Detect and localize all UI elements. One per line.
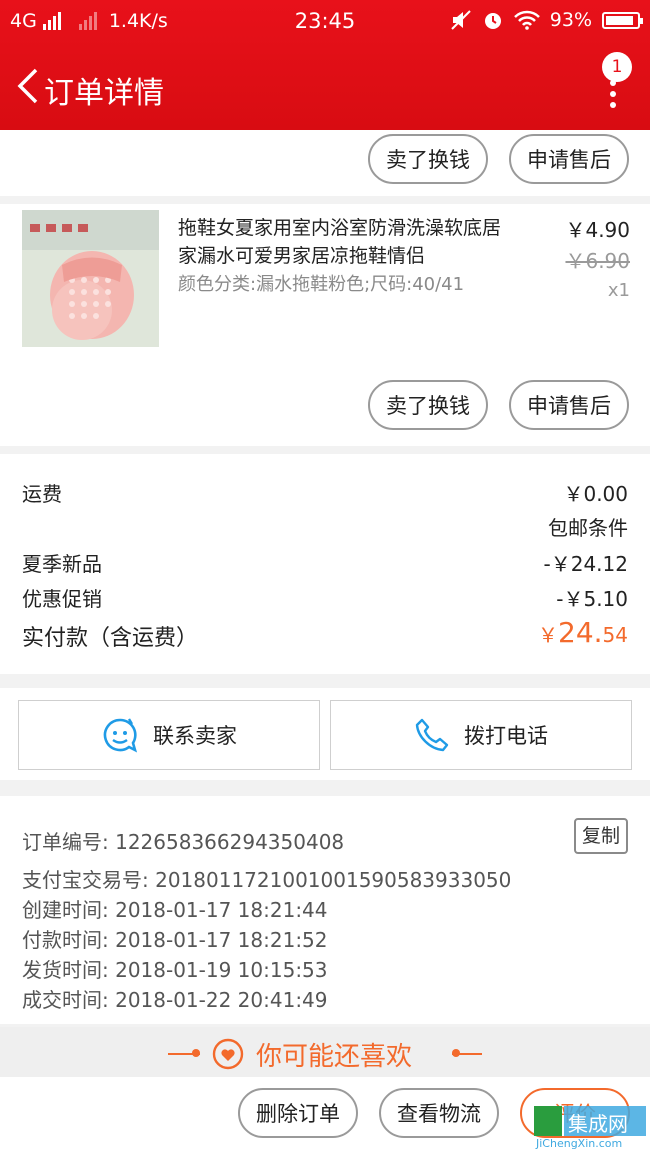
phone-icon: [415, 718, 449, 752]
notification-badge: 1: [602, 52, 632, 82]
aftersale-button[interactable]: 申请售后: [509, 134, 629, 184]
watermark-url: JiChengXin.com: [536, 1137, 623, 1150]
paid-time: 付款时间: 2018-01-17 18:21:52: [22, 928, 328, 952]
delete-order-button[interactable]: 删除订单: [238, 1088, 358, 1138]
wifi-icon: [513, 10, 540, 30]
contact-seller-label: 联系卖家: [153, 724, 237, 748]
view-logistics-button[interactable]: 查看物流: [379, 1088, 499, 1138]
product-quantity: x1: [607, 280, 630, 301]
created-time: 创建时间: 2018-01-17 18:21:44: [22, 898, 328, 922]
total-currency: ￥: [538, 623, 559, 647]
more-menu-icon[interactable]: [610, 80, 618, 113]
divider-dot-left: [192, 1049, 200, 1057]
product-sku: 颜色分类:漏水拖鞋粉色;尺码:40/41: [178, 274, 465, 295]
product-name[interactable]: 拖鞋女夏家用室内浴室防滑洗澡软底居家漏水可爱男家居凉拖鞋情侣: [178, 214, 518, 270]
sell-button[interactable]: 卖了换钱: [368, 380, 488, 430]
page-title: 订单详情: [44, 76, 164, 111]
watermark-logo: 集成网 JiChengXin.com: [534, 1104, 648, 1150]
watermark-text: 集成网: [568, 1112, 628, 1136]
product-price: ￥4.90: [565, 218, 630, 242]
shipping-label: 运费: [22, 482, 62, 506]
order-number: 订单编号: 122658366294350408: [22, 830, 345, 854]
product-image[interactable]: [22, 210, 159, 347]
heart-icon: [212, 1038, 244, 1070]
promo-label: 优惠促销: [22, 587, 102, 611]
chat-bubble-icon: [103, 718, 138, 753]
call-phone-button[interactable]: 拨打电话: [330, 700, 632, 770]
shipped-time: 发货时间: 2018-01-19 10:15:53: [22, 958, 328, 982]
recommend-title: 你可能还喜欢: [256, 1042, 413, 1072]
divider-right: [452, 1053, 482, 1055]
nav-bar: 订单详情 1: [0, 44, 650, 130]
summer-discount-label: 夏季新品: [22, 552, 102, 576]
app-header: 4G 1.4K/s 23:45 93% 订单详情 1: [0, 0, 650, 130]
previous-item-actions: 卖了换钱 申请售后: [0, 130, 650, 196]
promo-value: -￥5.10: [556, 587, 628, 611]
aftersale-button[interactable]: 申请售后: [509, 380, 629, 430]
alipay-trade-number: 支付宝交易号: 2018011721001001590583933050: [22, 868, 512, 892]
free-shipping-link[interactable]: 包邮条件: [548, 512, 628, 541]
total-value: ￥24.54: [538, 616, 628, 649]
summer-discount-value: -￥24.12: [543, 552, 628, 576]
total-integer: 24.: [558, 616, 603, 649]
completed-time: 成交时间: 2018-01-22 20:41:49: [22, 988, 328, 1012]
mute-icon: [451, 10, 471, 30]
total-label: 实付款（含运费）: [22, 626, 199, 651]
battery-percent: 93%: [549, 9, 592, 31]
original-price: ￥6.90: [565, 249, 630, 273]
battery-icon: [602, 11, 643, 29]
contact-seller-button[interactable]: 联系卖家: [18, 700, 320, 770]
alarm-icon: [484, 13, 501, 29]
slipper-image: [22, 210, 159, 347]
shipping-value: ￥0.00: [563, 482, 628, 506]
total-decimal: 54: [602, 623, 628, 647]
call-phone-label: 拨打电话: [464, 724, 548, 748]
back-icon[interactable]: [12, 66, 46, 106]
copy-button[interactable]: 复制: [574, 818, 628, 854]
sell-button[interactable]: 卖了换钱: [368, 134, 488, 184]
status-bar: 4G 1.4K/s 23:45 93%: [0, 0, 650, 44]
